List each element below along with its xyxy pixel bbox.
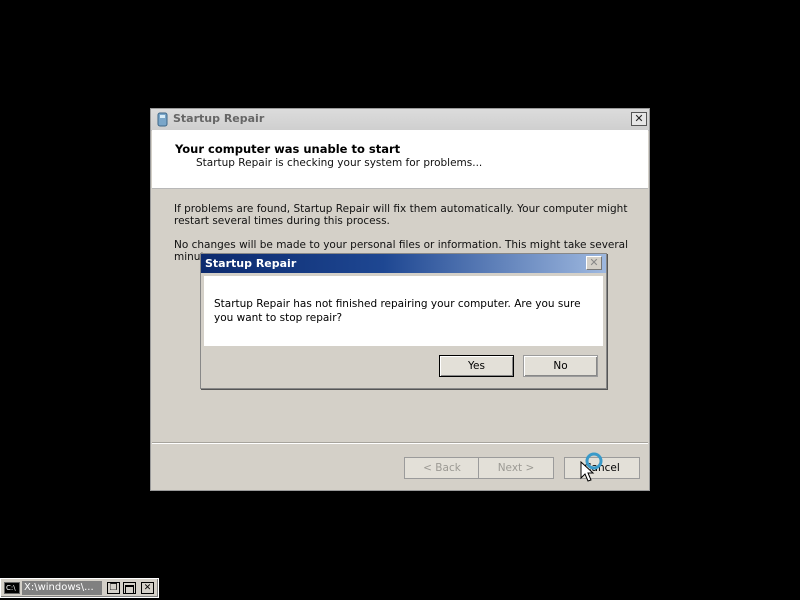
main-close-button[interactable]: ✕ — [631, 112, 647, 126]
header-title: Your computer was unable to start — [175, 142, 401, 156]
console-restore-button[interactable]: ❐ — [107, 582, 120, 594]
console-maximize-button[interactable] — [123, 582, 136, 594]
mouse-cursor-icon — [580, 452, 603, 482]
dialog-title: Startup Repair — [205, 257, 297, 270]
console-taskbar-item[interactable]: C:\ X:\windows\... ❐ ✕ — [0, 578, 159, 598]
back-button[interactable]: < Back — [404, 457, 480, 479]
main-titlebar[interactable]: Startup Repair ✕ — [151, 109, 649, 131]
close-icon: ✕ — [589, 256, 599, 269]
next-button[interactable]: Next > — [478, 457, 554, 479]
no-button[interactable]: No — [523, 355, 598, 377]
dialog-titlebar[interactable]: Startup Repair ✕ — [201, 254, 606, 273]
busy-spinner-icon — [585, 452, 603, 470]
dialog-message: Startup Repair has not finished repairin… — [214, 298, 581, 324]
startup-repair-icon — [157, 112, 168, 127]
restore-icon: ❐ — [109, 583, 118, 593]
footer-separator — [152, 442, 648, 444]
console-icon: C:\ — [4, 582, 20, 594]
confirm-stop-dialog: Startup Repair ✕ Startup Repair has not … — [200, 253, 607, 389]
header-area: Your computer was unable to start Startu… — [152, 130, 648, 189]
info-paragraph-1: If problems are found, Startup Repair wi… — [174, 203, 628, 227]
console-close-button[interactable]: ✕ — [141, 582, 154, 594]
maximize-icon — [125, 585, 134, 594]
header-subtitle: Startup Repair is checking your system f… — [196, 157, 483, 169]
close-icon: ✕ — [143, 583, 152, 593]
main-window-title: Startup Repair — [173, 112, 265, 125]
close-icon: ✕ — [634, 112, 644, 125]
dialog-close-button[interactable]: ✕ — [586, 256, 602, 270]
yes-button[interactable]: Yes — [439, 355, 514, 377]
dialog-message-area: Startup Repair has not finished repairin… — [204, 276, 603, 346]
console-window-title: X:\windows\... — [22, 581, 102, 595]
